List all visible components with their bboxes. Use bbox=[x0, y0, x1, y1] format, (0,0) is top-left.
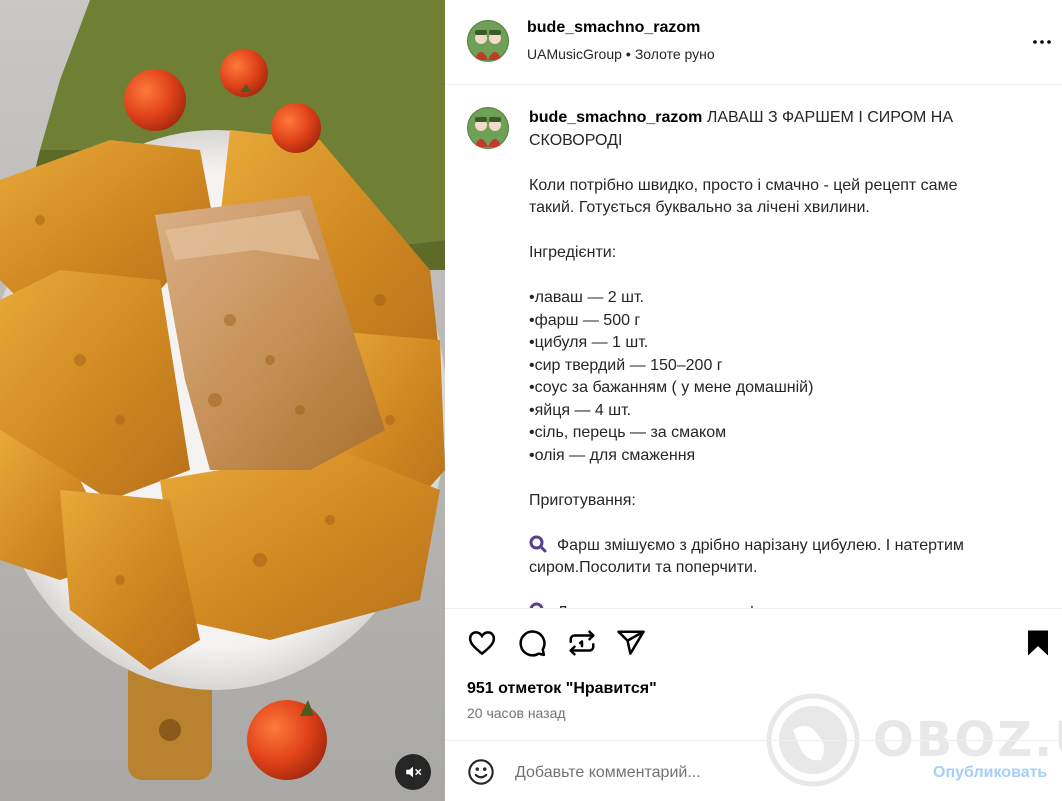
publish-button[interactable]: Опубликовать bbox=[933, 764, 1047, 782]
magnifier-bullet-icon bbox=[529, 602, 547, 608]
smiley-icon bbox=[467, 759, 495, 790]
caption-scroll-area[interactable]: bude_smachno_razom ЛАВАШ З ФАРШЕМ І СИРО… bbox=[445, 86, 1062, 609]
ingredient-item: •сіль, перець — за смаком bbox=[529, 424, 727, 441]
author-avatar[interactable] bbox=[467, 20, 509, 62]
caption-title-line: bude_smachno_razom ЛАВАШ З ФАРШЕМ І СИРО… bbox=[529, 107, 999, 152]
post-caption: bude_smachno_razom ЛАВАШ З ФАРШЕМ І СИРО… bbox=[529, 107, 999, 608]
save-button[interactable] bbox=[1023, 628, 1053, 658]
like-button[interactable] bbox=[467, 628, 497, 658]
method-step-text: Л ф bbox=[557, 604, 758, 608]
ingredient-item: •лаваш — 2 шт. bbox=[529, 289, 644, 306]
paper-plane-icon bbox=[616, 630, 646, 662]
method-step-text: Фарш змішуємо з дрібно нарізану цибулею.… bbox=[529, 536, 969, 577]
method-step: Фарш змішуємо з дрібно нарізану цибулею.… bbox=[529, 535, 999, 580]
comment-bar: Опубликовать bbox=[445, 740, 1062, 801]
ingredient-item: •сир твердий — 150–200 г bbox=[529, 356, 723, 374]
ingredients-heading: Інгредієнти: bbox=[529, 244, 617, 261]
share-button[interactable] bbox=[616, 628, 646, 658]
ingredient-item: •фарш — 500 г bbox=[529, 311, 641, 329]
caption-username[interactable]: bude_smachno_razom bbox=[529, 109, 702, 126]
audio-track[interactable]: Золоте руно bbox=[635, 46, 715, 62]
separator-dot: • bbox=[625, 46, 631, 62]
caption-intro: Коли потрібно швидко, просто і смачно - … bbox=[529, 176, 962, 217]
author-username[interactable]: bude_smachno_razom bbox=[527, 19, 700, 37]
method-heading: Приготування: bbox=[529, 491, 636, 509]
repost-icon bbox=[567, 630, 597, 662]
speaker-muted-icon bbox=[404, 763, 422, 781]
post-header: bude_smachno_razom UAMusicGroup • Золоте р… bbox=[445, 0, 1062, 85]
more-options-button[interactable] bbox=[1030, 30, 1054, 54]
like-count[interactable]: 951 отметок "Нравится" bbox=[467, 680, 657, 698]
post-media[interactable] bbox=[0, 0, 445, 801]
heart-icon bbox=[467, 631, 497, 662]
bookmark-filled-icon bbox=[1023, 630, 1053, 662]
repost-button[interactable] bbox=[567, 628, 597, 658]
comment-button[interactable] bbox=[517, 628, 547, 658]
ingredient-item: •яйця — 4 шт. bbox=[529, 401, 632, 419]
method-step: Л ф bbox=[529, 602, 999, 608]
post-timestamp[interactable]: 20 часов назад bbox=[467, 705, 566, 721]
comment-bubble-icon bbox=[517, 630, 547, 662]
more-horizontal-icon bbox=[1030, 40, 1054, 58]
ingredient-item: •олія — для смаження bbox=[529, 446, 696, 464]
audio-artist[interactable]: UAMusicGroup bbox=[527, 46, 622, 62]
magnifier-bullet-icon bbox=[529, 535, 547, 553]
caption-author-avatar[interactable] bbox=[467, 107, 509, 149]
comment-input[interactable] bbox=[515, 761, 915, 785]
post-side-panel: bude_smachno_razom UAMusicGroup • Золоте р… bbox=[445, 0, 1062, 801]
ingredient-item: •цибуля — 1 шт. bbox=[529, 334, 649, 351]
action-bar bbox=[445, 610, 1062, 674]
audio-info: UAMusicGroup • Золоте руно bbox=[527, 46, 715, 62]
ingredient-item: •соус за бажанням ( у мене домашній) bbox=[529, 379, 814, 396]
emoji-button[interactable] bbox=[467, 758, 495, 786]
mute-button[interactable] bbox=[395, 754, 431, 790]
food-photo bbox=[0, 0, 445, 801]
